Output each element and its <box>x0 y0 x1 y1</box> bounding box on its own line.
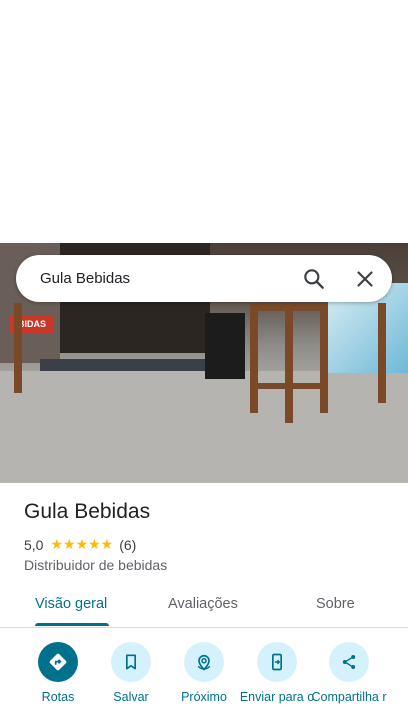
photo-stool <box>250 303 328 311</box>
photo-stool <box>250 303 258 413</box>
place-category[interactable]: Distribuidor de bebidas <box>24 557 167 573</box>
send-to-phone-label: Enviar para o <box>239 690 315 704</box>
photo-stool <box>255 383 325 389</box>
directions-icon <box>38 642 78 682</box>
send-to-phone-icon <box>257 642 297 682</box>
photo-stool <box>320 303 328 413</box>
bookmark-icon <box>111 642 151 682</box>
tab-overview[interactable]: Visão geral <box>35 583 107 627</box>
rating-value: 5,0 <box>24 536 44 553</box>
search-query[interactable]: Gula Bebidas <box>40 255 130 302</box>
search-bar[interactable]: Gula Bebidas <box>16 255 392 302</box>
tab-bar: Visão geral Avaliações Sobre <box>0 583 408 628</box>
active-tab-indicator <box>35 623 109 626</box>
review-count: (6) <box>119 536 137 553</box>
save-button[interactable]: Salvar <box>93 642 169 705</box>
nearby-button[interactable]: Próximo <box>166 642 242 705</box>
photo-stool <box>378 303 386 403</box>
share-button[interactable]: Compartilha r <box>311 642 387 705</box>
send-to-phone-button[interactable]: Enviar para o <box>239 642 315 705</box>
rating-row[interactable]: 5,0 ★★★★★ (6) <box>24 536 136 553</box>
share-icon <box>329 642 369 682</box>
share-label: Compartilha r <box>311 690 387 704</box>
search-icon[interactable] <box>301 266 327 292</box>
nearby-label: Próximo <box>181 690 227 704</box>
directions-button[interactable]: Rotas <box>20 642 96 705</box>
star-rating: ★★★★★ <box>50 536 114 552</box>
action-row: Rotas Salvar Próximo Enviar para o Compa… <box>0 642 408 726</box>
close-icon[interactable] <box>352 266 378 292</box>
nearby-icon <box>184 642 224 682</box>
place-title: Gula Bebidas <box>24 500 151 523</box>
photo-floor <box>0 371 408 483</box>
photo-stool <box>14 303 22 393</box>
tab-reviews[interactable]: Avaliações <box>168 583 238 627</box>
photo-bin <box>205 313 245 379</box>
photo-stool <box>285 303 293 423</box>
save-label: Salvar <box>113 690 149 704</box>
directions-label: Rotas <box>41 690 75 704</box>
tab-about[interactable]: Sobre <box>316 583 355 627</box>
